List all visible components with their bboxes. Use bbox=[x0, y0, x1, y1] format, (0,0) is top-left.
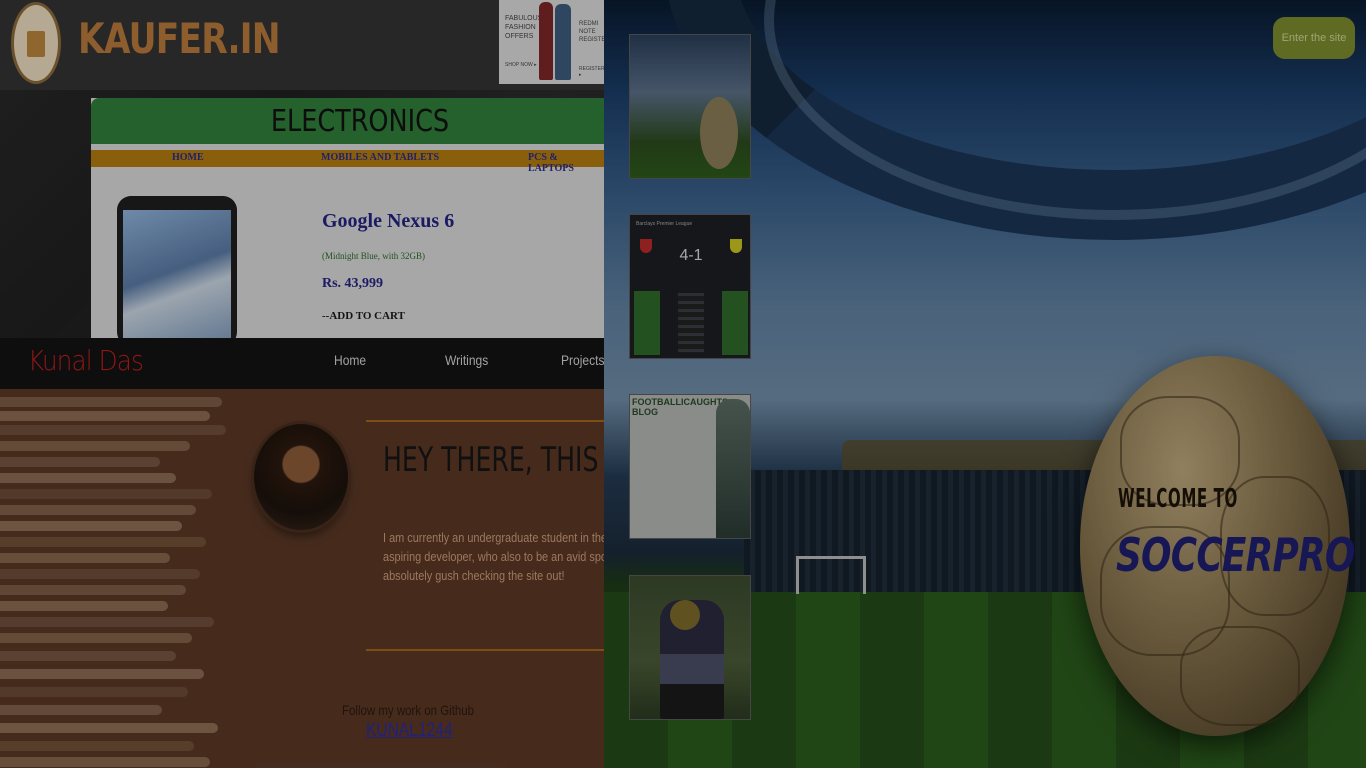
lineup-field bbox=[722, 291, 748, 355]
bio-text: I am currently an undergraduate student … bbox=[383, 530, 604, 583]
nav-link-writings[interactable]: Writings bbox=[445, 352, 488, 368]
github-link[interactable]: KUNAL1244 bbox=[366, 720, 453, 742]
thumbnail-stadium[interactable] bbox=[629, 34, 751, 179]
nav-link-projects[interactable]: Projects bbox=[561, 352, 604, 368]
kunal-brand[interactable]: Kunal Das bbox=[28, 344, 144, 377]
soccer-ball-icon bbox=[700, 97, 738, 169]
thumbnail-player-photo[interactable] bbox=[629, 575, 751, 720]
welcome-text: WELCOME TO bbox=[1118, 484, 1238, 514]
kaufer-product-page: ELECTRONICS HOME MOBILES AND TABLETS PCS… bbox=[91, 98, 604, 338]
product-price: Rs. 43,999 bbox=[322, 276, 384, 291]
goal-post bbox=[796, 556, 866, 594]
product-subtitle: (Midnight Blue, with 32GB) bbox=[322, 251, 425, 261]
pencils-decoration bbox=[0, 389, 230, 768]
ad-model-image bbox=[555, 4, 571, 80]
kaufer-nav-bar: HOME MOBILES AND TABLETS PCS & LAPTOPS bbox=[91, 150, 604, 174]
blog-title: FOOTBALLICAUGHTS BLOG bbox=[632, 397, 728, 417]
ad-text-right: REDMI NOTE REGISTER bbox=[579, 21, 604, 43]
nav-mobiles-tablets[interactable]: MOBILES AND TABLETS bbox=[321, 152, 439, 163]
category-title: ELECTRONICS bbox=[270, 104, 450, 139]
ad-more-right: REGISTER ▸ bbox=[579, 66, 604, 78]
shopping-bag-logo-icon bbox=[11, 2, 61, 84]
kaufer-site-preview[interactable]: KAUFER.IN FABULOUS FASHION OFFERS SHOP N… bbox=[0, 0, 604, 338]
ad-model-image bbox=[539, 2, 553, 80]
divider bbox=[366, 420, 604, 422]
kaufer-site-title: KAUFER.IN bbox=[78, 14, 281, 63]
kaufer-header: KAUFER.IN FABULOUS FASHION OFFERS SHOP N… bbox=[0, 0, 604, 90]
soccer-ball-icon bbox=[670, 600, 700, 630]
enter-site-button[interactable]: Enter the site bbox=[1273, 17, 1355, 59]
thumbnail-match-score[interactable]: Barclays Premier League 4-1 bbox=[629, 214, 751, 359]
product-title[interactable]: Google Nexus 6 bbox=[322, 210, 454, 233]
nav-link-home[interactable]: Home bbox=[334, 352, 366, 368]
kunal-nav-bar: Kunal Das Home Writings Projects bbox=[0, 338, 604, 389]
kaufer-ad-banner[interactable]: FABULOUS FASHION OFFERS SHOP NOW ▸ REDMI… bbox=[499, 0, 604, 84]
lineup-field bbox=[634, 291, 660, 355]
follow-text: Follow my work on Github bbox=[342, 702, 475, 718]
soccerpro-brand: SOCCERPRO bbox=[1116, 528, 1355, 582]
league-label: Barclays Premier League bbox=[636, 221, 693, 227]
product-image bbox=[117, 196, 237, 338]
divider bbox=[366, 649, 604, 651]
ad-more-left: SHOP NOW ▸ bbox=[505, 62, 537, 68]
kunal-site-preview[interactable]: Kunal Das Home Writings Projects HEY THE… bbox=[0, 338, 604, 768]
avatar bbox=[254, 424, 348, 530]
nav-pcs-laptops[interactable]: PCS & LAPTOPS bbox=[528, 152, 604, 174]
hero-heading: HEY THERE, THIS IS K bbox=[383, 440, 604, 480]
add-to-cart-link[interactable]: --ADD TO CART bbox=[322, 310, 405, 322]
portfolio-collage: KAUFER.IN FABULOUS FASHION OFFERS SHOP N… bbox=[0, 0, 1366, 768]
soccerpro-site-preview: WELCOME TO SOCCERPRO Enter the site Barc… bbox=[604, 0, 1366, 768]
ad-text-left: FABULOUS FASHION OFFERS bbox=[505, 15, 543, 40]
category-banner: ELECTRONICS bbox=[91, 98, 604, 144]
nav-home[interactable]: HOME bbox=[172, 152, 204, 163]
match-score: 4-1 bbox=[679, 247, 703, 264]
player-image bbox=[716, 399, 750, 538]
match-stats bbox=[678, 293, 704, 353]
thumbnail-blog[interactable]: FOOTBALLICAUGHTS BLOG bbox=[629, 394, 751, 539]
